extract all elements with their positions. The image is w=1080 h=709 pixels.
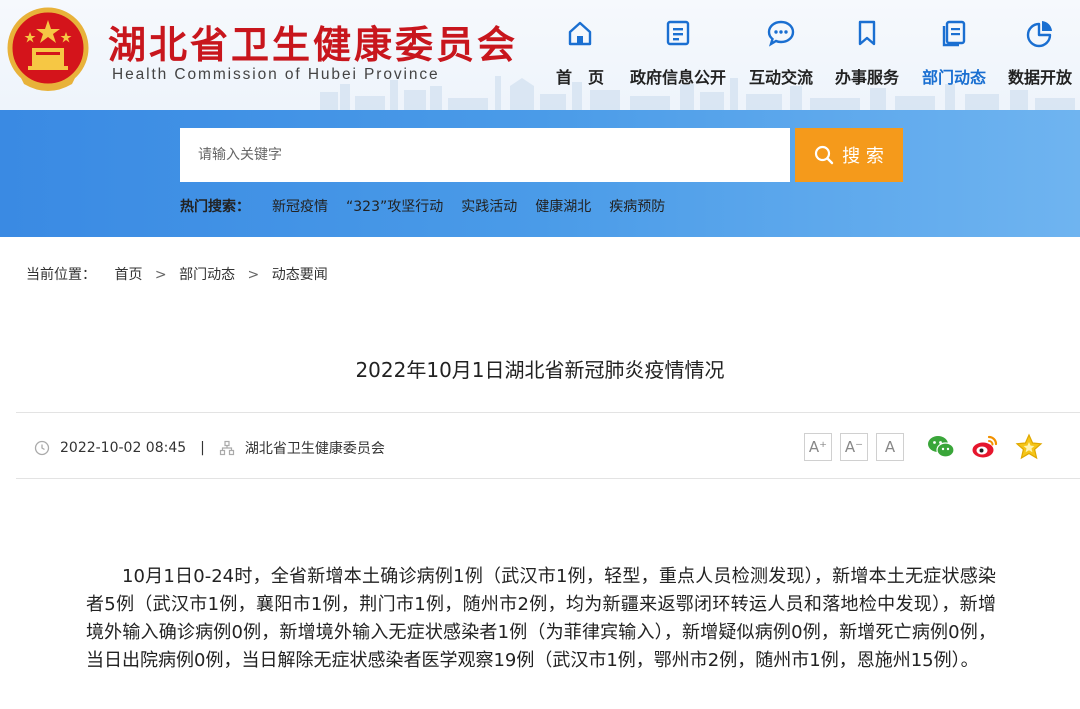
- divider: [16, 412, 1080, 413]
- nav-label: 办事服务: [834, 68, 899, 87]
- nav-item-gov-info[interactable]: 政府信息公开: [628, 14, 728, 94]
- font-size-controls: A⁺ A⁻ A: [804, 433, 904, 461]
- search-input[interactable]: [180, 128, 790, 182]
- bookmark-icon: [858, 20, 876, 46]
- home-icon: [568, 21, 592, 46]
- article-source: 湖北省卫生健康委员会: [244, 441, 385, 457]
- breadcrumb-item-home[interactable]: 首页: [114, 267, 142, 283]
- font-reset-button[interactable]: A: [876, 433, 904, 461]
- nav-label: 互动交流: [748, 68, 813, 87]
- nav-item-department-news[interactable]: 部门动态: [904, 14, 1004, 94]
- favorite-star-icon[interactable]: [1014, 432, 1044, 462]
- national-emblem-logo: [7, 7, 89, 91]
- hot-search-item[interactable]: 健康湖北: [535, 196, 591, 216]
- search-section: 搜 索 热门搜索： 新冠疫情 “323”攻坚行动 实践活动 健康湖北 疾病预防: [0, 110, 1080, 237]
- hot-search-item[interactable]: “323”攻坚行动: [346, 196, 443, 216]
- search-button[interactable]: 搜 索: [795, 128, 903, 182]
- breadcrumb-item-news-highlights[interactable]: 动态要闻: [272, 267, 328, 283]
- nav-item-services[interactable]: 办事服务: [817, 14, 917, 94]
- search-icon: [815, 145, 834, 165]
- hot-search-bar: 热门搜索： 新冠疫情 “323”攻坚行动 实践活动 健康湖北 疾病预防: [180, 196, 683, 216]
- hot-search-item[interactable]: 实践活动: [461, 196, 517, 216]
- nav-label: 首 页: [555, 68, 604, 87]
- organization-icon: [219, 440, 234, 456]
- article-date: 2022-10-02 08:45: [60, 440, 187, 456]
- nav-label: 政府信息公开: [629, 68, 726, 87]
- chat-icon: [767, 20, 795, 47]
- search-button-label: 搜 索: [842, 146, 884, 167]
- breadcrumb-prefix: 当前位置：: [26, 267, 96, 283]
- site-header: 湖北省卫生健康委员会 Health Commission of Hubei Pr…: [0, 0, 1080, 110]
- site-subtitle: Health Commission of Hubei Province: [112, 66, 440, 83]
- share-buttons: [926, 432, 1044, 462]
- nav-item-interaction[interactable]: 互动交流: [731, 14, 831, 94]
- clock-icon: [34, 440, 50, 456]
- breadcrumb-item-department-news[interactable]: 部门动态: [179, 267, 235, 283]
- hot-search-label: 热门搜索：: [180, 199, 250, 215]
- news-icon: [942, 20, 966, 47]
- nav-label: 数据开放: [1007, 68, 1072, 87]
- divider: [16, 478, 1080, 479]
- breadcrumb-separator: >: [247, 267, 260, 283]
- search-box: [180, 128, 790, 182]
- meta-separator: |: [200, 440, 205, 456]
- breadcrumb: 当前位置： 首页 > 部门动态 > 动态要闻: [26, 264, 334, 284]
- site-title: 湖北省卫生健康委员会: [108, 23, 519, 67]
- hot-search-item[interactable]: 疾病预防: [609, 196, 665, 216]
- wechat-icon[interactable]: [926, 432, 956, 462]
- pie-chart-icon: [1026, 21, 1052, 48]
- nav-item-open-data[interactable]: 数据开放: [990, 14, 1080, 94]
- font-decrease-button[interactable]: A⁻: [840, 433, 868, 461]
- hot-search-item[interactable]: 新冠疫情: [272, 196, 328, 216]
- nav-label: 部门动态: [921, 68, 986, 87]
- main-nav: 首 页 政府信息公开 互动交流 办事服务 部门动态 数据开放: [540, 14, 1080, 94]
- nav-item-home[interactable]: 首 页: [530, 14, 630, 94]
- font-increase-button[interactable]: A⁺: [804, 433, 832, 461]
- weibo-icon[interactable]: [970, 432, 1000, 462]
- breadcrumb-separator: >: [154, 267, 167, 283]
- article-body: 10月1日0-24时，全省新增本土确诊病例1例（武汉市1例，轻型，重点人员检测发…: [86, 566, 996, 671]
- article-meta: 2022-10-02 08:45 | 湖北省卫生健康委员会: [34, 438, 385, 458]
- document-icon: [666, 20, 690, 46]
- article-title: 2022年10月1日湖北省新冠肺炎疫情情况: [355, 358, 725, 382]
